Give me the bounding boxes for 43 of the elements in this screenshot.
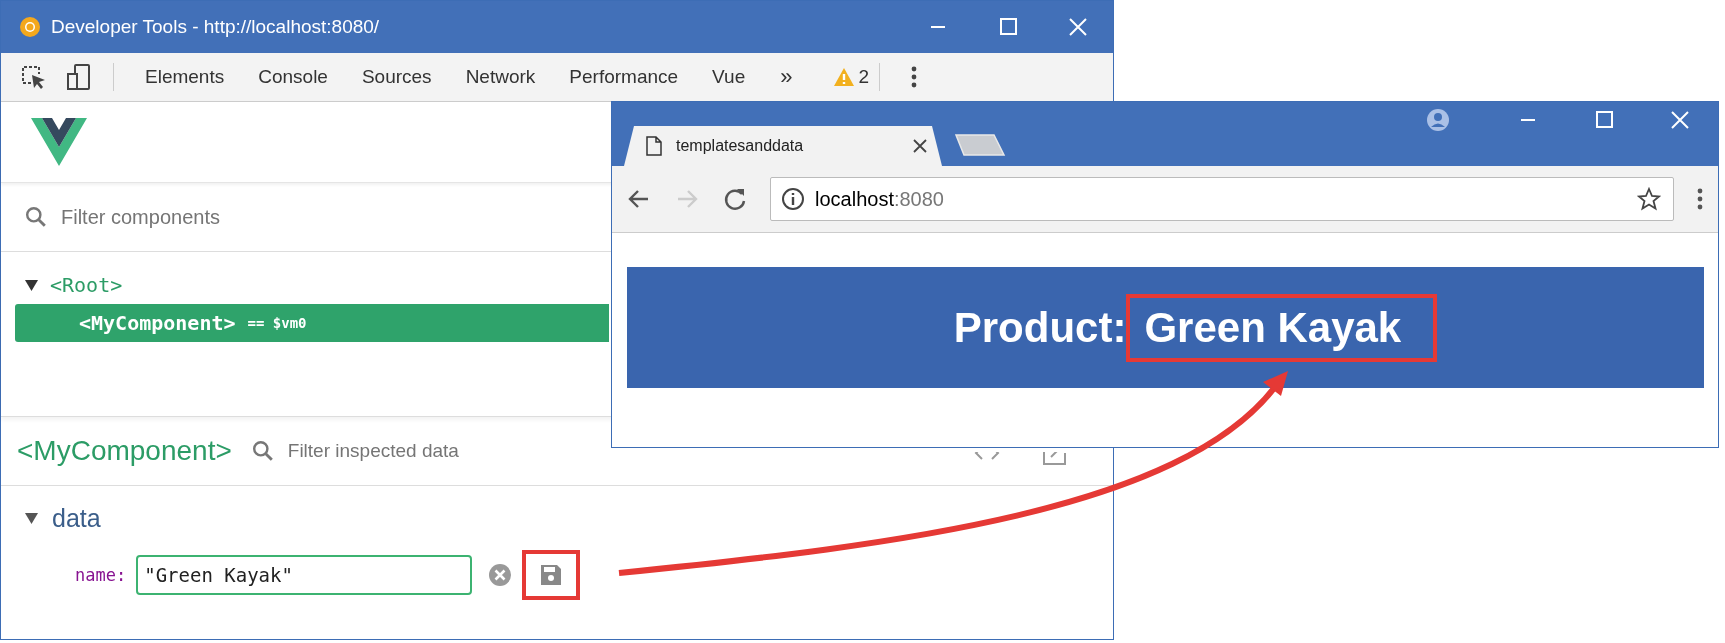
more-tabs-button[interactable]: » [762,64,813,90]
inspected-component-title: <MyComponent> [17,435,232,467]
save-icon [539,563,564,587]
component-name: <Root> [50,273,123,297]
devtools-tab[interactable]: Vue [695,66,763,88]
browser-logo-icon [19,16,41,38]
section-label: data [52,503,101,533]
save-button[interactable] [522,550,581,600]
devtools-tab[interactable]: Sources [344,66,449,88]
new-tab-button[interactable] [954,134,1006,156]
tab-title: templatesanddata [676,137,805,155]
page-icon [646,136,662,156]
expanded-triangle-icon[interactable] [25,511,38,525]
vm-reference: == $vm0 [247,315,307,331]
filter-data-field[interactable]: Filter inspected data [287,440,588,462]
star-icon[interactable] [1637,187,1661,211]
filter-components-field[interactable]: Filter components [61,205,381,229]
vue-logo-icon [31,118,87,166]
devtools-tab[interactable]: Performance [552,66,696,88]
devtools-tab[interactable]: Network [448,66,553,88]
info-icon [781,187,805,211]
expanded-triangle-icon[interactable] [25,278,38,292]
value-field[interactable]: "Green Kayak" [136,555,473,595]
inspect-element-icon[interactable] [19,63,47,91]
profile-icon[interactable] [1426,108,1450,132]
search-icon [251,440,274,462]
reload-icon[interactable] [722,186,748,212]
devtools-tab[interactable]: Elements [128,66,242,88]
more-options-icon[interactable] [1696,187,1704,211]
highlighted-product-name: Green Kayak [1126,293,1438,362]
product-label: Product: [953,303,1127,352]
devtools-tab[interactable]: Console [241,66,345,88]
browser-tab[interactable]: templatesanddata [624,126,942,166]
address-bar[interactable]: localhost:8080 [770,177,1674,221]
component-name: <MyComponent> [79,311,236,335]
field-key: name: [75,565,127,585]
open-external-icon[interactable] [1041,452,1069,466]
clear-icon[interactable] [488,563,513,587]
device-toggle-icon[interactable] [65,63,93,91]
warning-count[interactable]: 2 [858,66,870,88]
window-title: Developer Tools - http://localhost:8080/ [51,16,381,38]
more-options-icon[interactable] [910,65,919,89]
search-icon [25,206,47,228]
